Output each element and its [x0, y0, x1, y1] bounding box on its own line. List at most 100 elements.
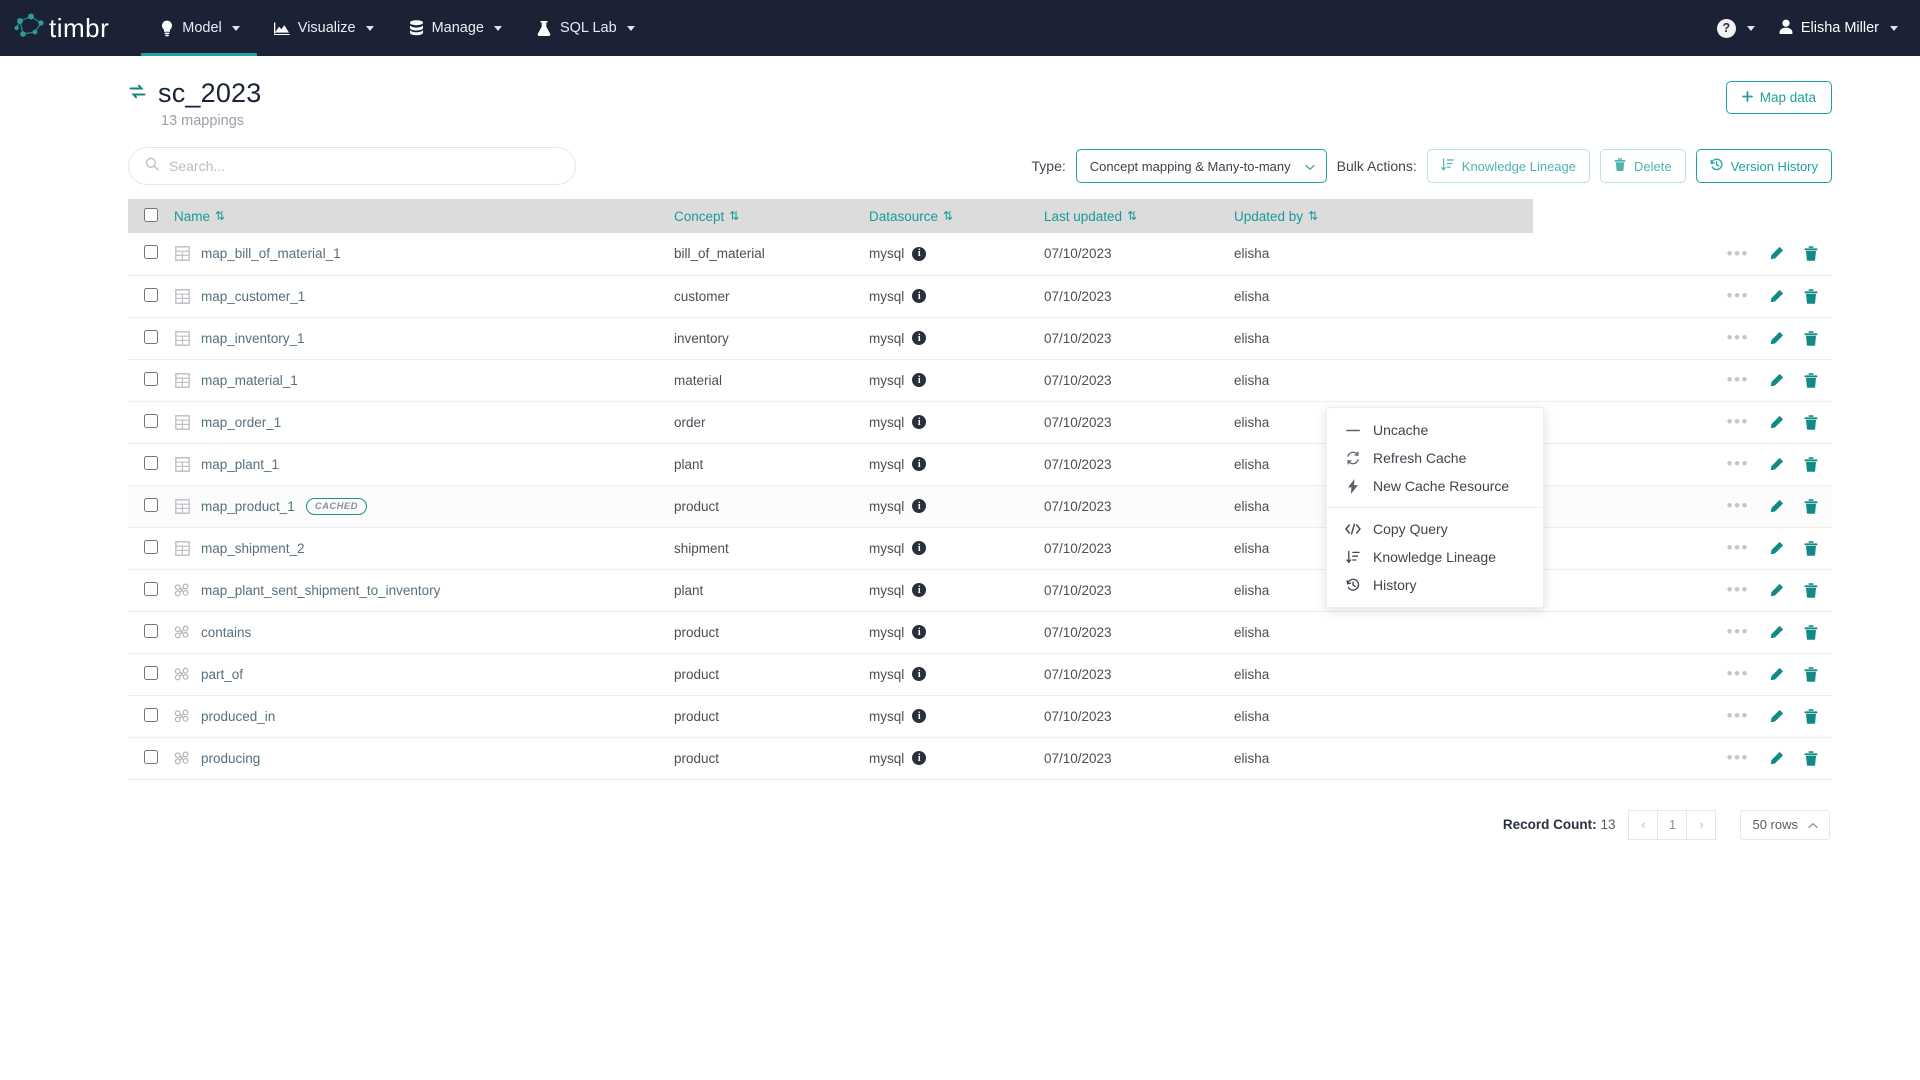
row-edit-icon[interactable]: [1769, 541, 1784, 556]
context-menu-item-refresh-cache[interactable]: Refresh Cache: [1327, 444, 1543, 472]
page-number-1[interactable]: 1: [1657, 809, 1688, 840]
info-icon[interactable]: i: [912, 541, 927, 555]
row-checkbox[interactable]: [144, 413, 158, 428]
row-more-icon[interactable]: •••: [1727, 287, 1749, 304]
row-checkbox[interactable]: [144, 665, 158, 680]
info-icon[interactable]: i: [912, 709, 927, 723]
row-edit-icon[interactable]: [1769, 499, 1784, 514]
search-input[interactable]: [169, 158, 559, 174]
column-last-updated[interactable]: Last updated ⇅: [1044, 199, 1234, 233]
row-checkbox[interactable]: [144, 245, 158, 260]
row-delete-icon[interactable]: [1804, 540, 1818, 556]
table-row[interactable]: map_material_1 material mysql i 07/10/2023 el…: [128, 359, 1832, 401]
nav-item-manage[interactable]: Manage: [391, 0, 519, 56]
row-more-icon[interactable]: •••: [1727, 245, 1749, 262]
table-row[interactable]: produced_in product mysql i 07/10/2023 elisha…: [128, 695, 1832, 737]
table-row[interactable]: map_order_1 order mysql i 07/10/2023 elisha ••…: [128, 401, 1832, 443]
table-row[interactable]: map_customer_1 customer mysql i 07/10/2023 el…: [128, 275, 1832, 317]
row-delete-icon[interactable]: [1804, 498, 1818, 514]
table-row[interactable]: map_bill_of_material_1 bill_of_material my…: [128, 233, 1832, 275]
info-icon[interactable]: i: [912, 499, 927, 513]
context-menu-item-copy-query[interactable]: Copy Query: [1327, 515, 1543, 543]
row-delete-icon[interactable]: [1804, 372, 1818, 388]
row-checkbox[interactable]: [144, 371, 158, 386]
row-delete-icon[interactable]: [1804, 456, 1818, 472]
row-edit-icon[interactable]: [1769, 667, 1784, 682]
table-row[interactable]: contains product mysql i 07/10/2023 elisha •••: [128, 611, 1832, 653]
info-icon[interactable]: i: [912, 415, 927, 429]
row-name-link[interactable]: part_of: [201, 667, 243, 682]
context-menu-item-history[interactable]: History: [1327, 571, 1543, 599]
row-delete-icon[interactable]: [1804, 288, 1818, 304]
row-delete-icon[interactable]: [1804, 708, 1818, 724]
nav-item-model[interactable]: Model: [141, 0, 257, 56]
row-checkbox[interactable]: [144, 329, 158, 344]
row-checkbox[interactable]: [144, 287, 158, 302]
row-edit-icon[interactable]: [1769, 331, 1784, 346]
row-checkbox[interactable]: [144, 581, 158, 596]
row-delete-icon[interactable]: [1804, 582, 1818, 598]
row-name-link[interactable]: map_material_1: [201, 373, 298, 388]
context-menu-item-new-cache-resource[interactable]: New Cache Resource: [1327, 472, 1543, 500]
column-name[interactable]: Name ⇅: [174, 199, 674, 233]
table-row[interactable]: producing product mysql i 07/10/2023 elisha ••…: [128, 737, 1832, 779]
row-more-icon[interactable]: •••: [1727, 749, 1749, 766]
row-name-link[interactable]: map_plant_sent_shipment_to_inventory: [201, 583, 440, 598]
row-name-link[interactable]: map_shipment_2: [201, 541, 305, 556]
row-more-icon[interactable]: •••: [1727, 539, 1749, 556]
row-more-icon[interactable]: •••: [1727, 581, 1749, 598]
row-more-icon[interactable]: •••: [1727, 707, 1749, 724]
row-name-link[interactable]: map_customer_1: [201, 289, 305, 304]
table-row[interactable]: map_product_1 CACHED product mysql i 07/10/20…: [128, 485, 1832, 527]
row-delete-icon[interactable]: [1804, 750, 1818, 766]
user-menu[interactable]: Elisha Miller: [1779, 19, 1898, 38]
knowledge-lineage-button[interactable]: Knowledge Lineage: [1426, 149, 1590, 183]
version-history-button[interactable]: Version History: [1695, 149, 1832, 183]
row-checkbox[interactable]: [144, 497, 158, 512]
search-box[interactable]: [128, 147, 576, 185]
row-delete-icon[interactable]: [1804, 414, 1818, 430]
row-name-link[interactable]: map_bill_of_material_1: [201, 246, 341, 261]
row-delete-icon[interactable]: [1804, 246, 1818, 262]
info-icon[interactable]: i: [912, 289, 927, 303]
row-more-icon[interactable]: •••: [1727, 329, 1749, 346]
row-edit-icon[interactable]: [1769, 415, 1784, 430]
row-edit-icon[interactable]: [1769, 246, 1784, 261]
row-edit-icon[interactable]: [1769, 709, 1784, 724]
row-more-icon[interactable]: •••: [1727, 665, 1749, 682]
info-icon[interactable]: i: [912, 246, 927, 261]
row-more-icon[interactable]: •••: [1727, 371, 1749, 388]
row-name-link[interactable]: contains: [201, 625, 251, 640]
table-row[interactable]: map_plant_sent_shipment_to_inventory plan…: [128, 569, 1832, 611]
row-more-icon[interactable]: •••: [1727, 623, 1749, 640]
row-edit-icon[interactable]: [1769, 373, 1784, 388]
table-row[interactable]: part_of product mysql i 07/10/2023 elisha •••: [128, 653, 1832, 695]
column-updated-by[interactable]: Updated by ⇅: [1234, 199, 1533, 233]
column-concept[interactable]: Concept ⇅: [674, 199, 869, 233]
table-row[interactable]: map_plant_1 plant mysql i 07/10/2023 elisha ••…: [128, 443, 1832, 485]
row-delete-icon[interactable]: [1804, 330, 1818, 346]
row-delete-icon[interactable]: [1804, 624, 1818, 640]
row-name-link[interactable]: map_inventory_1: [201, 331, 305, 346]
rows-per-page-select[interactable]: 50 rows: [1740, 809, 1830, 840]
row-checkbox[interactable]: [144, 539, 158, 554]
info-icon[interactable]: i: [912, 751, 927, 765]
row-edit-icon[interactable]: [1769, 751, 1784, 766]
table-row[interactable]: map_inventory_1 inventory mysql i 07/10/2023…: [128, 317, 1832, 359]
brand-logo-area[interactable]: timbr: [0, 0, 119, 56]
row-checkbox[interactable]: [144, 455, 158, 470]
table-row[interactable]: map_shipment_2 shipment mysql i 07/10/2023 el…: [128, 527, 1832, 569]
row-name-link[interactable]: map_product_1: [201, 499, 295, 514]
info-icon[interactable]: i: [912, 625, 927, 639]
column-datasource[interactable]: Datasource ⇅: [869, 199, 1044, 233]
info-icon[interactable]: i: [912, 667, 927, 681]
row-checkbox[interactable]: [144, 707, 158, 722]
row-delete-icon[interactable]: [1804, 666, 1818, 682]
context-menu-item-uncache[interactable]: Uncache: [1327, 416, 1543, 444]
select-all-checkbox[interactable]: [144, 207, 158, 222]
nav-item-visualize[interactable]: Visualize: [257, 0, 391, 56]
context-menu-item-knowledge-lineage[interactable]: Knowledge Lineage: [1327, 543, 1543, 571]
row-edit-icon[interactable]: [1769, 457, 1784, 472]
row-more-icon[interactable]: •••: [1727, 497, 1749, 514]
prev-page-button[interactable]: ‹: [1628, 809, 1659, 840]
